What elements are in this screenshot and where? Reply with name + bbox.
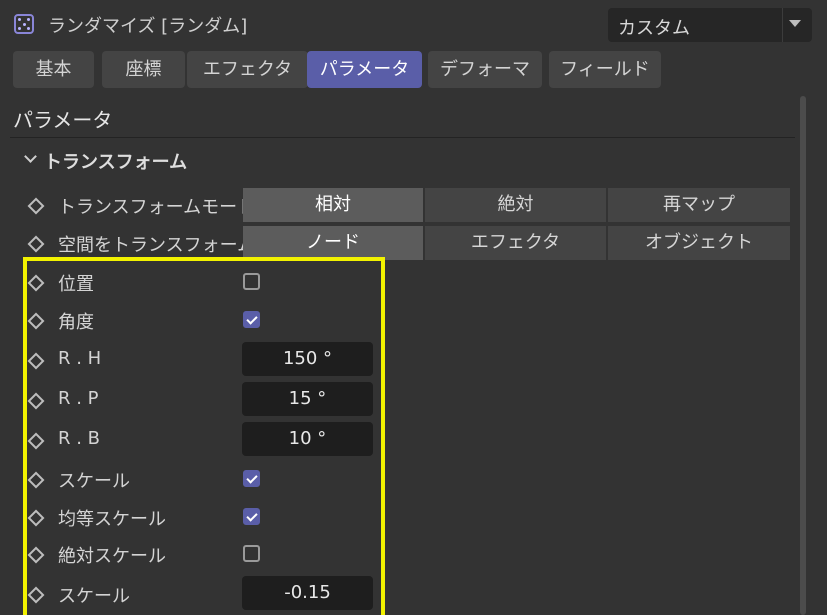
keyframe-diamond-icon[interactable] xyxy=(27,197,45,215)
preset-dropdown[interactable]: カスタム xyxy=(608,8,812,42)
keyframe-diamond-icon[interactable] xyxy=(27,235,45,253)
absolute-scale-checkbox[interactable] xyxy=(243,545,260,562)
keyframe-diamond-icon[interactable] xyxy=(27,509,45,527)
transform-mode-label: トランスフォームモード xyxy=(58,197,256,218)
keyframe-diamond-icon[interactable] xyxy=(27,586,45,604)
chevron-down-icon[interactable] xyxy=(789,20,801,27)
preset-value: カスタム xyxy=(618,18,690,39)
rb-row: R . B 10 ° xyxy=(0,422,827,458)
rotation-row: 角度 xyxy=(0,302,827,338)
tab-fields[interactable]: フィールド xyxy=(549,51,661,88)
mode-relative-button[interactable]: 相対 xyxy=(243,188,423,222)
position-checkbox[interactable] xyxy=(243,273,260,290)
keyframe-diamond-icon[interactable] xyxy=(27,392,45,410)
rh-row: R . H 150 ° xyxy=(0,342,827,378)
chevron-down-icon[interactable] xyxy=(24,150,37,163)
title-bar: ランダマイズ [ランダム] カスタム xyxy=(0,0,827,50)
rb-input[interactable]: 10 ° xyxy=(242,422,373,456)
keyframe-diamond-icon[interactable] xyxy=(27,471,45,489)
window-title: ランダマイズ [ランダム] xyxy=(48,16,248,37)
scale-label: スケール xyxy=(58,471,130,492)
tab-parameter[interactable]: パラメータ xyxy=(307,51,422,88)
tab-effector[interactable]: エフェクタ xyxy=(187,51,308,88)
tab-deformer[interactable]: デフォーマ xyxy=(428,51,542,88)
absolute-scale-label: 絶対スケール xyxy=(58,546,166,567)
section-title: パラメータ xyxy=(13,108,113,132)
group-label: トランスフォーム xyxy=(44,152,188,173)
rotation-checkbox[interactable] xyxy=(243,311,260,328)
scale-row: スケール xyxy=(0,461,827,497)
space-object-button[interactable]: オブジェクト xyxy=(608,226,790,260)
scale-value-row: スケール -0.15 xyxy=(0,576,827,612)
scale-value-input[interactable]: -0.15 xyxy=(242,576,373,610)
rp-label: R . P xyxy=(58,388,99,409)
uniform-scale-label: 均等スケール xyxy=(58,509,166,530)
position-label: 位置 xyxy=(58,274,94,295)
tab-basic[interactable]: 基本 xyxy=(13,51,94,88)
rp-input[interactable]: 15 ° xyxy=(242,382,373,416)
section-divider xyxy=(10,137,795,138)
uniform-scale-row: 均等スケール xyxy=(0,499,827,535)
mode-absolute-button[interactable]: 絶対 xyxy=(425,188,606,222)
dice-icon xyxy=(14,14,34,34)
rb-label: R . B xyxy=(58,428,101,449)
space-effector-button[interactable]: エフェクタ xyxy=(425,226,606,260)
tab-coordinates[interactable]: 座標 xyxy=(102,51,185,88)
space-node-button[interactable]: ノード xyxy=(243,226,423,260)
keyframe-diamond-icon[interactable] xyxy=(27,274,45,292)
transform-space-row: 空間をトランスフォーム ノード エフェクタ オブジェクト xyxy=(0,225,827,261)
mode-remap-button[interactable]: 再マップ xyxy=(608,188,790,222)
scale-checkbox[interactable] xyxy=(243,470,260,487)
position-row: 位置 xyxy=(0,264,827,300)
keyframe-diamond-icon[interactable] xyxy=(27,432,45,450)
uniform-scale-checkbox[interactable] xyxy=(243,508,260,525)
keyframe-diamond-icon[interactable] xyxy=(27,352,45,370)
rh-label: R . H xyxy=(58,348,102,369)
scale-value-label: スケール xyxy=(58,586,130,607)
rp-row: R . P 15 ° xyxy=(0,382,827,418)
transform-mode-row: トランスフォームモード 相対 絶対 再マップ xyxy=(0,187,827,223)
keyframe-diamond-icon[interactable] xyxy=(27,312,45,330)
rh-input[interactable]: 150 ° xyxy=(242,342,373,376)
transform-space-label: 空間をトランスフォーム xyxy=(58,235,256,256)
rotation-label: 角度 xyxy=(58,312,94,333)
keyframe-diamond-icon[interactable] xyxy=(27,546,45,564)
absolute-scale-row: 絶対スケール xyxy=(0,536,827,572)
preset-divider xyxy=(782,8,783,42)
